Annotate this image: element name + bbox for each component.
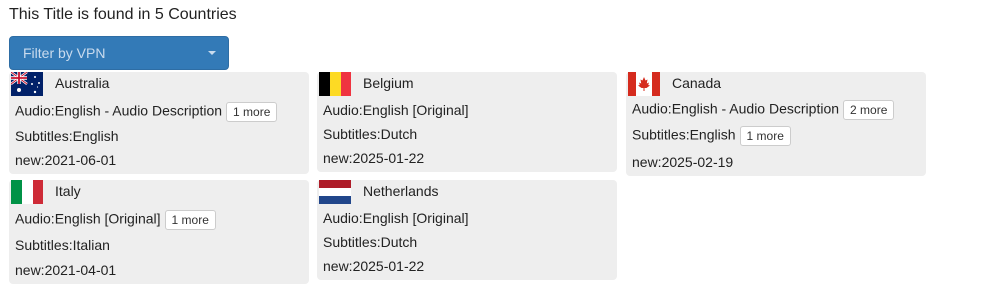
country-name: Australia xyxy=(55,75,110,91)
new-date-value: 2025-01-22 xyxy=(352,150,425,166)
new-date-value: 2021-04-01 xyxy=(44,262,117,278)
new-date-row: new:2021-06-01 xyxy=(15,152,116,168)
country-name: Netherlands xyxy=(363,183,439,199)
subtitles-label: Subtitles: xyxy=(323,234,381,250)
italy-flag-icon xyxy=(11,180,43,204)
audio-label: Audio: xyxy=(323,210,363,226)
country-name: Belgium xyxy=(363,75,414,91)
subtitles-row: Subtitles:Dutch xyxy=(323,126,417,142)
new-date-value: 2025-01-22 xyxy=(352,258,425,274)
audio-more-button[interactable]: 2 more xyxy=(843,100,895,120)
subtitles-label: Subtitles: xyxy=(632,126,690,143)
new-label: new: xyxy=(15,152,45,168)
subtitles-label: Subtitles: xyxy=(15,128,73,144)
audio-label: Audio: xyxy=(632,100,672,117)
new-label: new: xyxy=(323,258,353,274)
new-label: new: xyxy=(15,262,45,278)
subtitles-more-button[interactable]: 1 more xyxy=(739,126,791,146)
new-date-row: new:2025-01-22 xyxy=(323,150,424,166)
audio-more-button[interactable]: 1 more xyxy=(226,102,278,122)
new-label: new: xyxy=(323,150,353,166)
country-card-canada: Canada Audio:English - Audio Description… xyxy=(626,72,926,176)
audio-row: Audio:English [Original] xyxy=(323,210,469,226)
audio-value: English [Original] xyxy=(362,102,469,118)
audio-label: Audio: xyxy=(15,102,55,119)
new-date-row: new:2025-02-19 xyxy=(632,154,733,170)
country-card-belgium: Belgium Audio:English [Original] Subtitl… xyxy=(317,72,617,172)
filter-by-vpn-label: Filter by VPN xyxy=(23,45,106,61)
subtitles-value: English xyxy=(689,126,736,143)
subtitles-label: Subtitles: xyxy=(323,126,381,142)
audio-row: Audio:English - Audio Description 2 more xyxy=(632,100,895,120)
canada-flag-icon xyxy=(628,72,660,96)
netherlands-flag-icon xyxy=(319,180,351,204)
country-name: Italy xyxy=(55,183,81,199)
subtitles-row: Subtitles:Italian xyxy=(15,237,110,253)
audio-value: English - Audio Description xyxy=(54,102,223,119)
audio-label: Audio: xyxy=(323,102,363,118)
new-label: new: xyxy=(632,154,662,170)
audio-value: English [Original] xyxy=(54,210,161,227)
new-date-row: new:2021-04-01 xyxy=(15,262,116,278)
page-title: This Title is found in 5 Countries xyxy=(9,6,237,23)
country-card-australia: Australia Audio:English - Audio Descript… xyxy=(9,72,309,174)
subtitles-row: Subtitles:English xyxy=(15,128,119,144)
audio-more-button[interactable]: 1 more xyxy=(164,210,216,230)
country-card-italy: Italy Audio:English [Original] 1 more Sub… xyxy=(9,180,309,284)
new-date-row: new:2025-01-22 xyxy=(323,258,424,274)
subtitles-value: Dutch xyxy=(380,126,418,142)
subtitles-value: English xyxy=(72,128,119,144)
belgium-flag-icon xyxy=(319,72,351,96)
subtitles-row: Subtitles:Dutch xyxy=(323,234,417,250)
country-name: Canada xyxy=(672,75,722,91)
new-date-value: 2021-06-01 xyxy=(44,152,117,168)
caret-down-icon xyxy=(208,51,216,55)
audio-value: English [Original] xyxy=(362,210,469,226)
australia-flag-icon xyxy=(11,72,43,96)
audio-row: Audio:English [Original] 1 more xyxy=(15,210,216,230)
audio-value: English - Audio Description xyxy=(671,100,840,117)
subtitles-label: Subtitles: xyxy=(15,237,73,253)
subtitles-value: Italian xyxy=(72,237,110,253)
subtitles-row: Subtitles:English 1 more xyxy=(632,126,791,146)
subtitles-value: Dutch xyxy=(380,234,418,250)
filter-by-vpn-dropdown[interactable]: Filter by VPN xyxy=(9,36,229,70)
audio-label: Audio: xyxy=(15,210,55,227)
new-date-value: 2025-02-19 xyxy=(661,154,734,170)
audio-row: Audio:English - Audio Description 1 more xyxy=(15,102,278,122)
audio-row: Audio:English [Original] xyxy=(323,102,469,118)
country-card-netherlands: Netherlands Audio:English [Original] Sub… xyxy=(317,180,617,280)
